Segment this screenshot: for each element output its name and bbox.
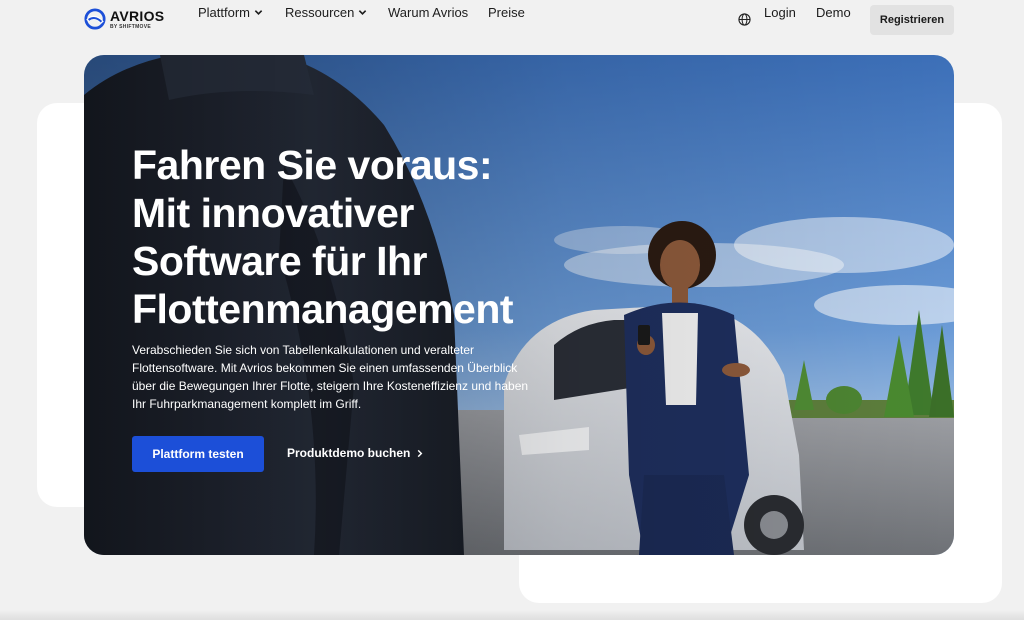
logo-subline: BY SHIFTMOVE (110, 23, 152, 30)
nav-item-preise[interactable]: Preise (488, 5, 525, 20)
top-navigation: AVRIOS BY SHIFTMOVE Plattform Ressourcen… (0, 0, 1024, 40)
login-link[interactable]: Login (764, 5, 796, 20)
hero-title: Fahren Sie voraus: Mit innovativer Softw… (132, 141, 592, 333)
hero-banner: Fahren Sie voraus: Mit innovativer Softw… (84, 55, 954, 555)
book-demo-label: Produktdemo buchen (287, 446, 411, 460)
hero-title-line: Mit innovativer (132, 190, 414, 236)
hero-description-line: über die Bewegungen Ihrer Flotte, steige… (132, 379, 529, 393)
nav-item-label: Ressourcen (285, 4, 355, 20)
nav-item-label: Plattform (198, 4, 251, 20)
hero-title-line: Fahren Sie voraus: (132, 142, 493, 188)
chevron-down-icon (254, 9, 263, 15)
register-button[interactable]: Registrieren (870, 5, 954, 35)
chevron-right-icon (418, 449, 423, 457)
hero-description-line: Ihr Fuhrparkmanagement komplett im Griff… (132, 397, 362, 411)
demo-link[interactable]: Demo (816, 5, 851, 20)
hero-title-line: Software für Ihr (132, 238, 427, 284)
hero-description: Verabschieden Sie sich von Tabellenkalku… (132, 341, 562, 413)
nav-item-label: Preise (488, 4, 525, 20)
page-bottom-edge (0, 610, 1024, 620)
nav-item-plattform[interactable]: Plattform (198, 5, 263, 20)
try-platform-button[interactable]: Plattform testen (132, 436, 264, 472)
avrios-logo[interactable]: AVRIOS BY SHIFTMOVE (84, 8, 164, 30)
chevron-down-icon (359, 9, 367, 15)
book-demo-link[interactable]: Produktdemo buchen (287, 446, 424, 460)
hero-description-line: Verabschieden Sie sich von Tabellenkalku… (132, 343, 475, 357)
nav-item-label: Warum Avrios (388, 4, 469, 20)
hero-description-line: Flottensoftware. Mit Avrios bekommen Sie… (132, 361, 518, 375)
avrios-logo-icon (84, 8, 106, 30)
nav-item-ressourcen[interactable]: Ressourcen (285, 5, 367, 20)
nav-item-warum-avrios[interactable]: Warum Avrios (388, 5, 468, 20)
hero-title-line: Flottenmanagement (132, 286, 514, 332)
globe-icon[interactable] (738, 13, 751, 26)
logo-wordmark: AVRIOS (110, 7, 165, 24)
